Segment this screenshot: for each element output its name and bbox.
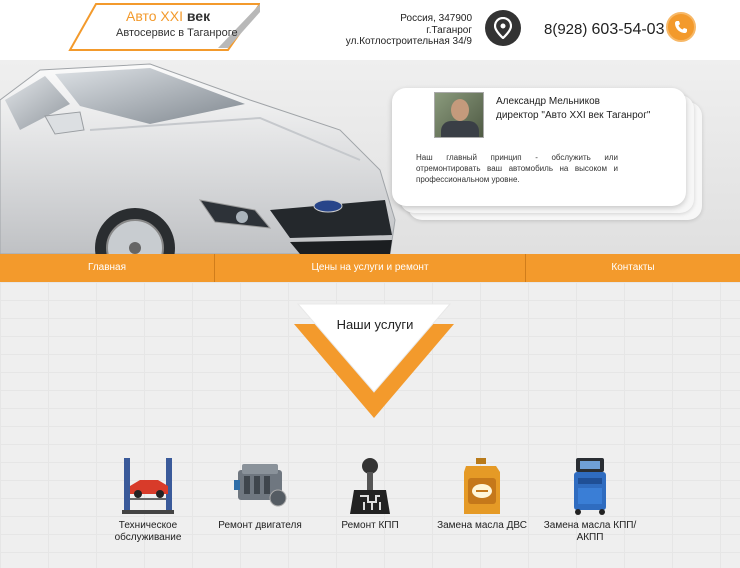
service-label: Замена масла ДВС [437,520,527,531]
nav-item-contacts[interactable]: Контакты [526,254,740,282]
map-pin-icon[interactable] [485,10,521,46]
director-role: директор "Авто XXI век Таганрог" [496,110,651,121]
director-quote: Наш главный принцип - обслужить или отре… [416,153,618,184]
logo-subtitle: Автосервис в Таганроге [116,27,238,39]
service-label: Ремонт двигателя [218,520,302,531]
section-banner-icon [294,303,454,418]
hero-banner: Александр Мельников директор "Авто XXI в… [0,60,740,254]
nav-item-prices[interactable]: Цены на услуги и ремонт [215,254,525,282]
avatar [434,92,484,138]
address: Россия, 347900 г.Таганрог ул.Котлостроит… [346,13,472,48]
main-nav: Главная Цены на услуги и ремонт Контакты [0,254,740,282]
nav-item-home[interactable]: Главная [0,254,214,282]
service-item-maintenance[interactable]: Техническое обслуживание [92,456,204,544]
oil-canister-icon [452,456,512,516]
address-line: г.Таганрог [426,24,472,36]
director-card-front: Александр Мельников директор "Авто XXI в… [392,88,686,206]
section-title: Наши услуги [336,317,414,332]
car-image [0,63,396,254]
phone-number[interactable]: 8(928) 603-54-03 [544,21,664,39]
service-item-gearbox-oil[interactable]: Замена масла КПП/АКПП [534,456,646,544]
address-line: Россия, 347900 [400,13,472,24]
director-card: Александр Мельников директор "Авто XXI в… [392,88,702,220]
phone-icon[interactable] [666,12,696,42]
service-item-gearbox[interactable]: Ремонт КПП [314,456,426,532]
services-section: Наши услуги Техническое обслуживание Рем… [0,282,740,568]
oil-change-machine-icon [560,456,620,516]
gear-shifter-icon [340,456,400,516]
service-label: Замена масла КПП/АКПП [543,520,637,543]
site-header: Авто XXI век Автосервис в Таганроге Росс… [0,0,740,60]
service-item-engine[interactable]: Ремонт двигателя [204,456,316,532]
logo[interactable]: Авто XXI век Автосервис в Таганроге [68,2,260,51]
director-name: Александр Мельников [496,96,600,107]
service-label: Ремонт КПП [341,520,399,531]
logo-title: Авто XXI век [126,8,211,24]
address-line: ул.Котлостроительная 34/9 [345,36,472,47]
engine-icon [230,456,290,516]
service-label: Техническое обслуживание [114,520,182,543]
service-item-engine-oil[interactable]: Замена масла ДВС [426,456,538,532]
car-lift-icon [118,456,178,516]
